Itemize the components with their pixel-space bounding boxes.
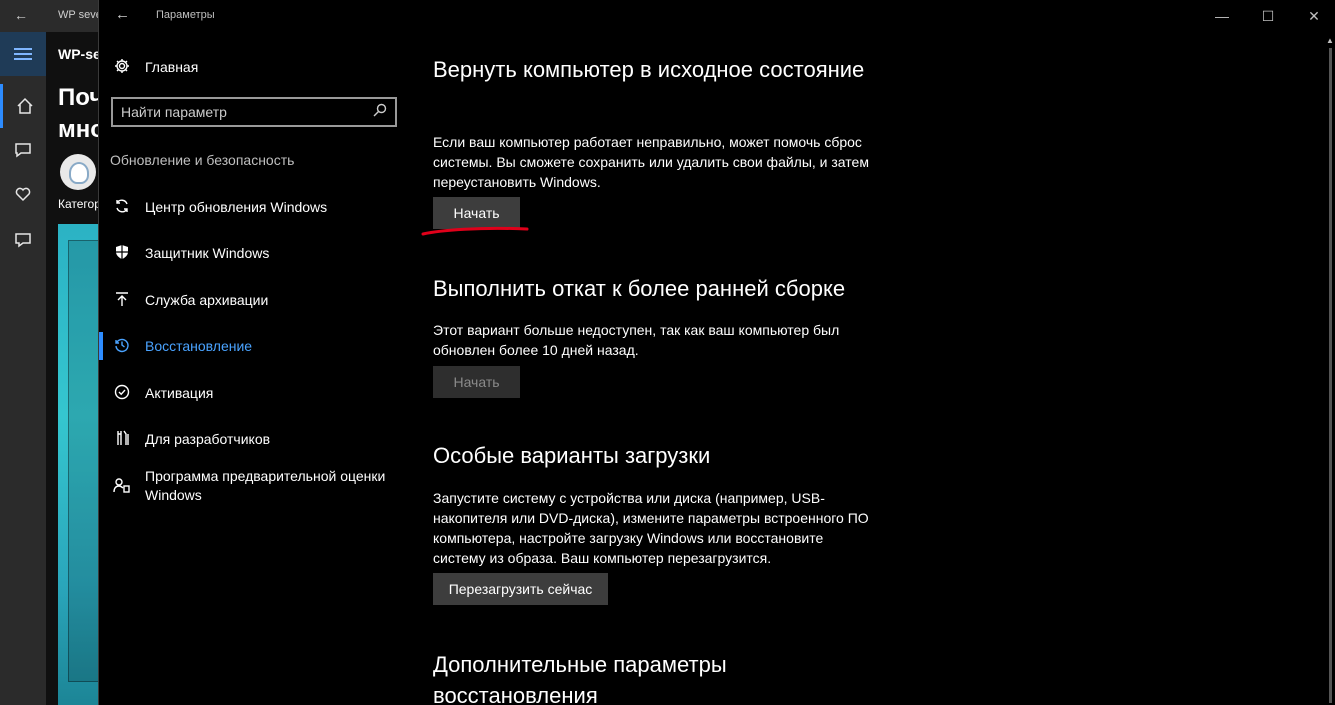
sidebar-item-label: Служба архивации [145,292,269,308]
background-brand: WP-seven [58,46,100,62]
feedback-icon[interactable] [0,218,46,262]
search-icon[interactable] [373,103,387,122]
scrollbar-thumb[interactable] [1329,48,1332,703]
nav-home[interactable]: Главная [99,58,409,77]
sidebar-item-backup[interactable]: Служба архивации [99,291,409,310]
nav-home-label: Главная [145,59,199,75]
sidebar-item-label: Для разработчиков [145,431,271,447]
back-arrow-icon[interactable]: ← [115,6,130,23]
restart-now-button[interactable]: Перезагрузить сейчас [433,573,608,605]
sidebar-item-developers[interactable]: Для разработчиков [99,430,409,449]
sidebar-item-label: Восстановление [145,338,253,354]
rollback-section-title: Выполнить откат к более ранней сборке [433,276,846,301]
rollback-section-text: Этот вариант больше недоступен, так как … [433,322,840,358]
window-title: Параметры [156,9,215,21]
sidebar-item-label: Активация [145,385,214,401]
check-circle-icon [99,384,145,400]
sidebar-item-recovery[interactable]: Восстановление [99,337,409,356]
rollback-start-button[interactable]: Начать [433,366,520,398]
history-icon [99,337,145,353]
hamburger-menu-icon[interactable] [0,32,46,76]
nav-category-heading: Обновление и безопасность [110,152,295,168]
background-article-image [58,224,100,705]
heart-icon[interactable] [0,172,46,216]
advanced-startup-title: Особые варианты загрузки [433,443,711,468]
comment-icon[interactable] [0,128,46,172]
background-app-title: WP seven [58,9,98,21]
tools-icon [99,430,145,446]
avatar [60,154,96,190]
minimize-button[interactable]: — [1199,0,1245,32]
sidebar-item-defender[interactable]: Защитник Windows [99,244,409,263]
settings-window: ← Параметры — ☐ ✕ Главная Найти параметр… [98,0,1335,705]
maximize-button[interactable]: ☐ [1245,0,1291,32]
background-back-icon[interactable]: ← [14,7,28,23]
search-placeholder: Найти параметр [121,104,227,120]
reset-section-title: Вернуть компьютер в исходное состояние [433,57,865,82]
background-app-content: WP-seven Почему много Категория [46,32,100,705]
sync-icon [99,198,145,214]
sidebar-item-insider[interactable]: Программа предварительной оценки Windows [99,467,409,505]
upload-icon [99,291,145,307]
background-category: Категория [58,197,100,211]
sidebar-item-windows-update[interactable]: Центр обновления Windows [99,198,409,217]
background-app-titlebar: ← WP seven [0,0,100,32]
search-input[interactable]: Найти параметр [111,97,397,127]
background-app-rail [0,32,46,705]
sidebar-item-activation[interactable]: Активация [99,384,409,403]
scroll-up-icon[interactable]: ▲ [1326,36,1334,45]
background-article-heading: Почему много [58,84,100,143]
red-underline-annotation [421,226,529,236]
advanced-startup-text: Запустите систему с устройства или диска… [433,490,869,566]
background-app-window: ← WP seven WP-seven Почему много Категор… [0,0,100,705]
gear-icon [99,58,145,74]
reset-section-text: Если ваш компьютер работает неправильно,… [433,134,869,190]
settings-titlebar: ← Параметры — ☐ ✕ [99,0,1335,32]
home-icon[interactable] [0,84,46,128]
sidebar-item-label: Центр обновления Windows [145,199,328,215]
shield-icon [99,244,145,260]
sidebar-item-label: Программа предварительной оценки Windows [145,468,386,503]
sidebar-item-label: Защитник Windows [145,245,270,261]
insider-icon [99,467,145,493]
close-button[interactable]: ✕ [1291,0,1335,32]
more-recovery-options-title: Дополнительные параметры восстановления [433,652,727,705]
